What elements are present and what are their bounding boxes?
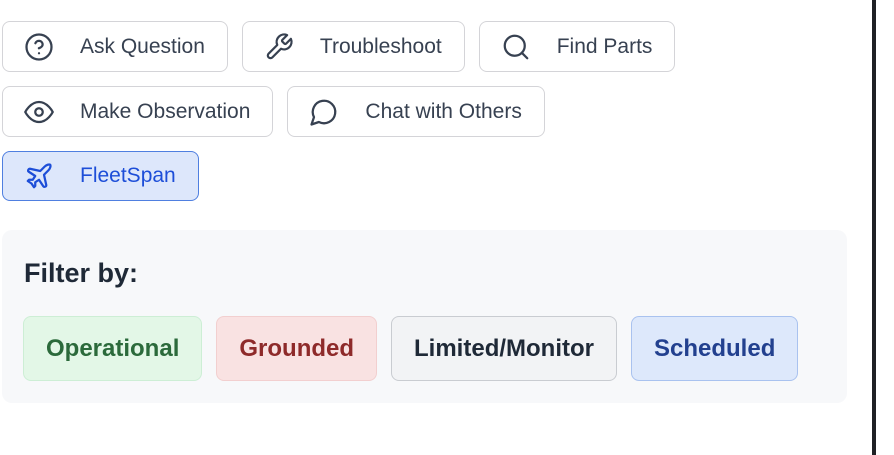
airplane-icon [24,161,54,191]
filter-panel: Filter by: Operational Grounded Limited/… [2,230,847,403]
troubleshoot-button[interactable]: Troubleshoot [241,21,465,72]
filter-chip-limited-monitor[interactable]: Limited/Monitor [391,316,617,381]
page: Ask Question Troubleshoot Find Parts Mak… [0,0,894,455]
filter-chips: Operational Grounded Limited/Monitor Sch… [23,316,799,381]
eye-icon [24,97,54,127]
fleetspan-label: FleetSpan [80,164,176,187]
troubleshoot-label: Troubleshoot [319,34,442,58]
filter-title: Filter by: [24,258,139,288]
find-parts-label: Find Parts [556,34,653,58]
ask-question-label: Ask Question [80,34,205,58]
make-observation-button[interactable]: Make Observation [2,86,274,137]
chat-with-others-label: Chat with Others [365,99,522,123]
filter-chip-operational[interactable]: Operational [23,316,203,381]
fleetspan-button[interactable]: FleetSpan [2,151,199,201]
ask-question-button[interactable]: Ask Question [2,21,228,72]
chat-bubble-icon [309,97,339,127]
filter-chip-grounded[interactable]: Grounded [216,316,378,381]
make-observation-label: Make Observation [80,99,251,123]
action-row: Ask Question Troubleshoot Find Parts [2,21,676,72]
search-icon [501,32,531,62]
filter-chip-scheduled[interactable]: Scheduled [631,316,799,381]
chat-with-others-button[interactable]: Chat with Others [287,86,545,137]
question-circle-icon [24,32,54,62]
find-parts-button[interactable]: Find Parts [478,21,676,72]
action-row: Make Observation Chat with Others [2,86,545,137]
window-edge [872,0,876,455]
action-row: FleetSpan [2,151,199,201]
wrench-icon [264,32,294,62]
